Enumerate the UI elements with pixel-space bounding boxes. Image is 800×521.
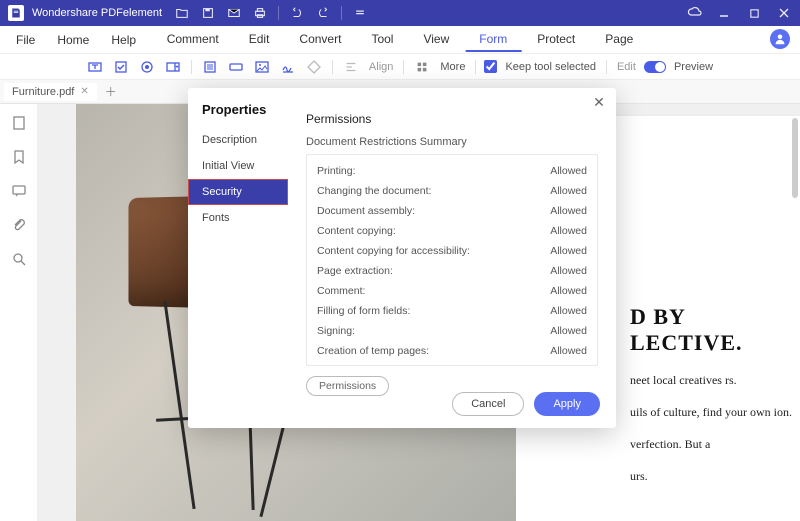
perm-row-signing: Signing:Allowed bbox=[317, 321, 587, 341]
body-fragment-1: neet local creatives rs. bbox=[630, 371, 800, 389]
redo-icon[interactable] bbox=[315, 5, 331, 21]
user-avatar-icon[interactable] bbox=[770, 29, 790, 49]
dialog-content: ✕ Permissions Document Restrictions Summ… bbox=[288, 88, 616, 428]
edit-mode-label[interactable]: Edit bbox=[615, 61, 638, 73]
menu-bar: File Home Help Comment Edit Convert Tool… bbox=[0, 26, 800, 54]
perm-row-copying: Content copying:Allowed bbox=[317, 221, 587, 241]
maximize-icon[interactable] bbox=[746, 5, 762, 21]
separator bbox=[475, 60, 476, 74]
perm-row-changing: Changing the document:Allowed bbox=[317, 181, 587, 201]
permissions-heading: Permissions bbox=[306, 112, 598, 126]
properties-dialog: Properties Description Initial View Secu… bbox=[188, 88, 616, 428]
cancel-button[interactable]: Cancel bbox=[452, 392, 524, 416]
form-toolbar: Align More Keep tool selected Edit Previ… bbox=[0, 54, 800, 80]
app-title: Wondershare PDFelement bbox=[32, 7, 162, 19]
body-fragment-2: uils of culture, find your own ion. bbox=[630, 403, 800, 421]
menu-file[interactable]: File bbox=[6, 29, 45, 51]
more-icon[interactable] bbox=[412, 57, 432, 77]
body-fragment-3: verfection. But a bbox=[630, 435, 800, 453]
dialog-tab-initial-view[interactable]: Initial View bbox=[188, 153, 288, 179]
quick-access-toolbar bbox=[174, 5, 368, 21]
perm-row-temp-pages: Creation of temp pages:Allowed bbox=[317, 341, 587, 361]
separator bbox=[403, 60, 404, 74]
search-panel-icon[interactable] bbox=[10, 250, 28, 268]
separator bbox=[341, 6, 342, 20]
preview-mode-label[interactable]: Preview bbox=[672, 61, 715, 73]
menu-protect[interactable]: Protect bbox=[523, 28, 589, 52]
title-bar: Wondershare PDFelement bbox=[0, 0, 800, 26]
align-label: Align bbox=[367, 61, 395, 73]
separator bbox=[191, 60, 192, 74]
date-field-icon[interactable] bbox=[304, 57, 324, 77]
permissions-button[interactable]: Permissions bbox=[306, 376, 389, 396]
heading-fragment-2: LECTIVE. bbox=[630, 330, 800, 356]
radio-field-icon[interactable] bbox=[137, 57, 157, 77]
perm-row-comment: Comment:Allowed bbox=[317, 281, 587, 301]
perm-row-extraction: Page extraction:Allowed bbox=[317, 261, 587, 281]
signature-field-icon[interactable] bbox=[278, 57, 298, 77]
mail-icon[interactable] bbox=[226, 5, 242, 21]
menu-comment[interactable]: Comment bbox=[153, 28, 233, 52]
customize-qat-icon[interactable] bbox=[352, 5, 368, 21]
menu-help[interactable]: Help bbox=[101, 29, 146, 51]
button-field-icon[interactable] bbox=[226, 57, 246, 77]
separator bbox=[332, 60, 333, 74]
perm-row-form-fields: Filling of form fields:Allowed bbox=[317, 301, 587, 321]
close-tab-icon[interactable]: ✕ bbox=[80, 86, 88, 97]
perm-row-accessibility: Content copying for accessibility:Allowe… bbox=[317, 241, 587, 261]
document-tab[interactable]: Furniture.pdf ✕ bbox=[4, 83, 97, 101]
dialog-sidebar: Properties Description Initial View Secu… bbox=[188, 88, 288, 428]
menu-convert[interactable]: Convert bbox=[285, 28, 355, 52]
add-tab-icon[interactable]: ＋ bbox=[103, 84, 119, 100]
perm-row-assembly: Document assembly:Allowed bbox=[317, 201, 587, 221]
image-field-icon[interactable] bbox=[252, 57, 272, 77]
cloud-sync-icon[interactable] bbox=[686, 5, 702, 21]
keep-tool-checkbox[interactable] bbox=[484, 60, 497, 73]
menu-page[interactable]: Page bbox=[591, 28, 647, 52]
menu-tool[interactable]: Tool bbox=[357, 28, 407, 52]
left-navigation-rail bbox=[0, 104, 38, 521]
close-window-icon[interactable] bbox=[776, 5, 792, 21]
keep-tool-label: Keep tool selected bbox=[503, 61, 598, 73]
menu-view[interactable]: View bbox=[409, 28, 463, 52]
app-logo-icon bbox=[8, 5, 24, 21]
separator bbox=[278, 6, 279, 20]
separator bbox=[606, 60, 607, 74]
align-icon[interactable] bbox=[341, 57, 361, 77]
text-field-icon[interactable] bbox=[85, 57, 105, 77]
undo-icon[interactable] bbox=[289, 5, 305, 21]
combobox-field-icon[interactable] bbox=[163, 57, 183, 77]
open-file-icon[interactable] bbox=[174, 5, 190, 21]
dialog-tab-description[interactable]: Description bbox=[188, 127, 288, 153]
print-icon[interactable] bbox=[252, 5, 268, 21]
window-controls bbox=[686, 5, 792, 21]
body-fragment-4: urs. bbox=[630, 467, 800, 485]
document-text-content: D BY LECTIVE. neet local creatives rs. u… bbox=[630, 304, 800, 485]
menu-edit[interactable]: Edit bbox=[235, 28, 284, 52]
dialog-tab-fonts[interactable]: Fonts bbox=[188, 205, 288, 231]
preview-toggle[interactable] bbox=[644, 61, 666, 73]
permissions-table: Printing:Allowed Changing the document:A… bbox=[306, 154, 598, 366]
dialog-title: Properties bbox=[188, 102, 288, 127]
checkbox-field-icon[interactable] bbox=[111, 57, 131, 77]
dialog-tab-security[interactable]: Security bbox=[188, 179, 288, 205]
restrictions-summary-label: Document Restrictions Summary bbox=[306, 136, 598, 148]
perm-row-printing: Printing:Allowed bbox=[317, 161, 587, 181]
dialog-footer: Cancel Apply bbox=[452, 392, 600, 416]
more-label[interactable]: More bbox=[438, 61, 467, 73]
minimize-icon[interactable] bbox=[716, 5, 732, 21]
menu-form[interactable]: Form bbox=[465, 28, 521, 52]
save-icon[interactable] bbox=[200, 5, 216, 21]
dialog-close-icon[interactable]: ✕ bbox=[590, 94, 608, 112]
vertical-scrollbar[interactable] bbox=[792, 118, 798, 198]
heading-fragment-1: D BY bbox=[630, 304, 800, 330]
apply-button[interactable]: Apply bbox=[534, 392, 600, 416]
tab-filename: Furniture.pdf bbox=[12, 86, 74, 98]
attachments-icon[interactable] bbox=[10, 216, 28, 234]
menu-home[interactable]: Home bbox=[47, 29, 99, 51]
listbox-field-icon[interactable] bbox=[200, 57, 220, 77]
thumbnails-icon[interactable] bbox=[10, 114, 28, 132]
comments-panel-icon[interactable] bbox=[10, 182, 28, 200]
bookmarks-icon[interactable] bbox=[10, 148, 28, 166]
